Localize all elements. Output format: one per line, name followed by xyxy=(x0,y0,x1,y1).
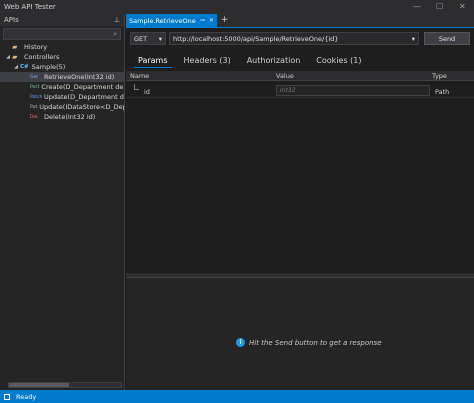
folder-icon: ▰ xyxy=(12,43,18,51)
chevron-down-icon: ▾ xyxy=(158,34,162,43)
http-verb-badge: Patch xyxy=(30,94,43,100)
tree-item-label: History xyxy=(24,43,48,51)
http-verb-badge: Get xyxy=(30,74,39,80)
url-value: http://localhost:5000/api/Sample/Retriev… xyxy=(173,34,339,43)
tree-branch-icon xyxy=(134,84,139,90)
column-header-value: Value xyxy=(276,71,294,80)
pin-icon[interactable]: ⊸ xyxy=(200,17,205,24)
tab-cookies[interactable]: Cookies (1) xyxy=(308,52,369,68)
close-icon[interactable]: ✕ xyxy=(209,17,214,24)
search-icon[interactable]: ⌕ xyxy=(113,30,117,39)
tree-item-retrieve-one[interactable]: Get RetrieveOne(Int32 id) xyxy=(0,72,124,82)
chevron-down-icon[interactable]: ◢ xyxy=(12,64,20,70)
tree-item-create[interactable]: Post Create(D_Department departm xyxy=(0,82,124,92)
tree-item-label: Sample(5) xyxy=(31,63,66,71)
request-tabs: Params Headers (3) Authorization Cookies… xyxy=(130,52,470,68)
chevron-down-icon[interactable]: ▾ xyxy=(412,35,415,43)
apis-panel-title: APIs xyxy=(4,16,19,24)
tree-item-update-patch[interactable]: Patch Update(D_Department departm xyxy=(0,92,124,102)
document-tab-strip: Sample.RetrieveOne ⊸ ✕ + xyxy=(126,14,474,27)
param-value-input[interactable] xyxy=(276,85,430,96)
http-method-select[interactable]: GET ▾ xyxy=(130,32,166,45)
http-method-value: GET xyxy=(134,34,148,43)
http-verb-badge: Put xyxy=(30,104,38,110)
api-search-box[interactable]: ⌕ xyxy=(3,28,121,40)
close-icon[interactable]: ✕ xyxy=(459,3,466,11)
horizontal-scrollbar[interactable] xyxy=(8,382,122,388)
pin-icon[interactable]: ⊥ xyxy=(114,16,120,24)
status-text: Ready xyxy=(16,392,37,401)
send-button[interactable]: Send xyxy=(424,32,470,45)
tree-item-delete[interactable]: Del Delete(Int32 id) xyxy=(0,112,124,122)
tab-authorization[interactable]: Authorization xyxy=(239,52,309,68)
status-icon xyxy=(4,393,10,400)
status-bar: Ready xyxy=(0,390,474,403)
tree-item-sample[interactable]: ◢ C# Sample(5) xyxy=(0,62,124,72)
params-table: Name Value Type id Path xyxy=(126,71,474,303)
response-hint: i Hit the Send button to get a response xyxy=(236,338,382,347)
http-verb-badge: Del xyxy=(30,114,38,120)
column-header-type: Type xyxy=(432,71,447,80)
maximize-icon[interactable]: ☐ xyxy=(436,3,443,11)
scrollbar-thumb[interactable] xyxy=(9,383,69,387)
column-header-name: Name xyxy=(130,71,150,80)
param-name: id xyxy=(144,88,150,96)
http-verb-badge: Post xyxy=(30,84,40,90)
apis-panel-header: APIs ⊥ xyxy=(0,14,124,26)
tree-item-label: Delete(Int32 id) xyxy=(44,113,96,121)
title-bar: Web API Tester — ☐ ✕ xyxy=(0,0,474,14)
chevron-down-icon[interactable]: ◢ xyxy=(4,54,12,60)
folder-icon: ▰ xyxy=(12,53,18,61)
tree-item-update-put[interactable]: Put Update(IDataStore<D_Departm xyxy=(0,102,124,112)
tree-item-controllers[interactable]: ◢ ▰ Controllers xyxy=(0,52,124,62)
tree-item-label: Controllers xyxy=(24,53,60,61)
tab-sample-retrieve-one[interactable]: Sample.RetrieveOne ⊸ ✕ xyxy=(126,14,217,27)
csharp-class-icon: C# xyxy=(20,64,29,70)
tree-item-label: Update(D_Department departm xyxy=(44,93,124,101)
tree-item-label: Create(D_Department departm xyxy=(41,83,124,91)
minimize-icon[interactable]: — xyxy=(413,3,421,11)
api-search-input[interactable] xyxy=(7,30,97,38)
params-table-header: Name Value Type xyxy=(126,71,474,81)
apis-panel: APIs ⊥ ⌕ ▰ History ◢ ▰ Controllers ◢ C# … xyxy=(0,14,125,390)
tree-item-label: Update(IDataStore<D_Departm xyxy=(39,103,124,111)
add-tab-button[interactable]: + xyxy=(221,16,229,25)
request-editor: GET ▾ http://localhost:5000/api/Sample/R… xyxy=(126,27,474,391)
window-title: Web API Tester xyxy=(4,3,56,11)
table-row: id Path xyxy=(126,84,474,98)
tab-label: Sample.RetrieveOne xyxy=(129,16,196,25)
param-type: Path xyxy=(435,88,450,96)
url-input[interactable]: http://localhost:5000/api/Sample/Retriev… xyxy=(169,32,419,45)
api-tree: ▰ History ◢ ▰ Controllers ◢ C# Sample(5)… xyxy=(0,42,124,122)
request-bar: GET ▾ http://localhost:5000/api/Sample/R… xyxy=(130,32,470,46)
tab-params[interactable]: Params xyxy=(130,52,176,68)
tree-item-label: RetrieveOne(Int32 id) xyxy=(44,73,115,81)
response-hint-text: Hit the Send button to get a response xyxy=(249,338,382,347)
response-panel: i Hit the Send button to get a response xyxy=(126,277,474,391)
info-icon: i xyxy=(236,338,245,347)
tree-item-history[interactable]: ▰ History xyxy=(0,42,124,52)
tab-headers[interactable]: Headers (3) xyxy=(176,52,239,68)
